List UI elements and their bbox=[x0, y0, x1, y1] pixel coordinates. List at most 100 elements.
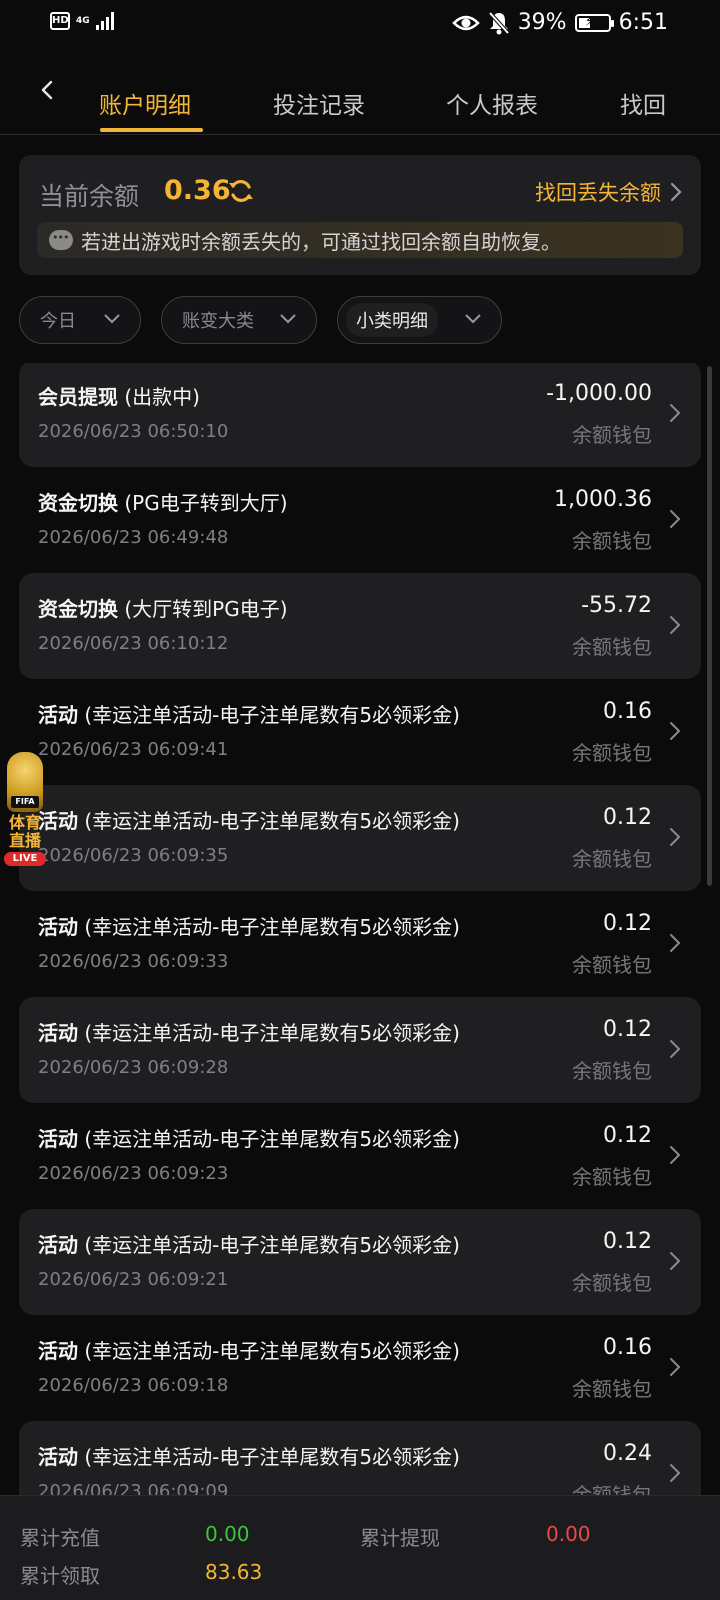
transaction-amount: 0.16 bbox=[603, 699, 652, 724]
transaction-row[interactable]: 活动 (幸运注单活动-电子注单尾数有5必领彩金) 2026/06/23 06:09… bbox=[19, 785, 701, 891]
trophy-icon: FIFA bbox=[7, 752, 43, 812]
transaction-amount: 0.16 bbox=[603, 1335, 652, 1360]
back-icon[interactable] bbox=[36, 78, 60, 102]
chevron-right-icon bbox=[670, 722, 681, 740]
transaction-row[interactable]: 活动 (幸运注单活动-电子注单尾数有5必领彩金) 2026/06/23 06:09… bbox=[19, 1209, 701, 1315]
filter-category[interactable]: 账变大类 bbox=[161, 296, 317, 344]
network-type: 4G bbox=[76, 15, 90, 26]
transaction-time: 2026/06/23 06:10:12 bbox=[38, 633, 229, 654]
tab-recover[interactable]: 找回 bbox=[620, 86, 666, 120]
transaction-title: 资金切换 (PG电子转到大厅) bbox=[38, 487, 288, 516]
transaction-title: 活动 (幸运注单活动-电子注单尾数有5必领彩金) bbox=[38, 1017, 460, 1046]
transaction-category: 活动 bbox=[38, 1021, 78, 1045]
transaction-wallet: 余额钱包 bbox=[572, 635, 652, 659]
transaction-title: 活动 (幸运注单活动-电子注单尾数有5必领彩金) bbox=[38, 1123, 460, 1152]
transaction-row[interactable]: 活动 (幸运注单活动-电子注单尾数有5必领彩金) 2026/06/23 06:09… bbox=[19, 1421, 701, 1495]
refresh-icon[interactable] bbox=[227, 177, 255, 205]
transaction-time: 2026/06/23 06:50:10 bbox=[38, 421, 229, 442]
tab-personal-report[interactable]: 个人报表 bbox=[446, 86, 538, 120]
transaction-amount: 0.12 bbox=[603, 1017, 652, 1042]
chevron-right-icon bbox=[670, 1146, 681, 1164]
transaction-amount: 1,000.36 bbox=[554, 487, 652, 512]
filter-subcategory[interactable]: 小类明细 bbox=[337, 296, 502, 344]
transaction-wallet: 余额钱包 bbox=[572, 1483, 652, 1495]
transaction-wallet: 余额钱包 bbox=[572, 1377, 652, 1401]
chevron-right-icon bbox=[670, 1358, 681, 1376]
transaction-wallet: 余额钱包 bbox=[572, 741, 652, 765]
notice-banner: 若进出游戏时余额丢失的，可通过找回余额自助恢复。 bbox=[37, 222, 683, 258]
transaction-category: 活动 bbox=[38, 703, 78, 727]
live-pill: LIVE bbox=[4, 852, 46, 866]
active-tab-indicator bbox=[100, 128, 203, 132]
transaction-detail: (幸运注单活动-电子注单尾数有5必领彩金) bbox=[84, 1339, 460, 1363]
battery-percent: 39% bbox=[517, 10, 567, 35]
chat-bubble-icon bbox=[49, 230, 73, 250]
live-badge-line2: 直播 bbox=[8, 831, 41, 850]
transaction-category: 活动 bbox=[38, 915, 78, 939]
transaction-detail: (幸运注单活动-电子注单尾数有5必领彩金) bbox=[84, 1233, 460, 1257]
transaction-row[interactable]: 资金切换 (大厅转到PG电子) 2026/06/23 06:10:12 -55.72… bbox=[19, 573, 701, 679]
chevron-right-icon bbox=[670, 828, 681, 846]
transaction-category: 资金切换 bbox=[38, 597, 118, 621]
transaction-time: 2026/06/23 06:09:23 bbox=[38, 1163, 229, 1184]
transaction-wallet: 余额钱包 bbox=[572, 1271, 652, 1295]
fifa-label: FIFA bbox=[11, 796, 39, 808]
chevron-down-icon bbox=[280, 314, 296, 324]
total-deposit-label: 累计充值 bbox=[20, 1526, 100, 1550]
transaction-amount: 0.12 bbox=[603, 1123, 652, 1148]
transaction-title: 会员提现 (出款中) bbox=[38, 381, 200, 410]
transaction-row[interactable]: 活动 (幸运注单活动-电子注单尾数有5必领彩金) 2026/06/23 06:09… bbox=[19, 1315, 701, 1421]
chevron-right-icon bbox=[670, 182, 682, 202]
transaction-category: 会员提现 bbox=[38, 385, 118, 409]
transaction-time: 2026/06/23 06:09:35 bbox=[38, 845, 229, 866]
transaction-amount: 0.12 bbox=[603, 805, 652, 830]
transaction-row[interactable]: 活动 (幸运注单活动-电子注单尾数有5必领彩金) 2026/06/23 06:09… bbox=[19, 679, 701, 785]
tab-bet-records[interactable]: 投注记录 bbox=[273, 86, 365, 120]
scrollbar[interactable] bbox=[707, 366, 712, 886]
transaction-title: 活动 (幸运注单活动-电子注单尾数有5必领彩金) bbox=[38, 805, 460, 834]
transaction-title: 资金切换 (大厅转到PG电子) bbox=[38, 593, 288, 622]
total-withdraw-label: 累计提现 bbox=[360, 1526, 440, 1550]
transaction-detail: (幸运注单活动-电子注单尾数有5必领彩金) bbox=[84, 809, 460, 833]
chevron-right-icon bbox=[670, 1464, 681, 1482]
transaction-time: 2026/06/23 06:09:18 bbox=[38, 1375, 229, 1396]
transaction-detail: (PG电子转到大厅) bbox=[124, 491, 288, 515]
transaction-row[interactable]: 资金切换 (PG电子转到大厅) 2026/06/23 06:49:48 1,000.… bbox=[19, 467, 701, 573]
total-withdraw-value: 0.00 bbox=[546, 1522, 591, 1546]
recover-balance-label: 找回丢失余额 bbox=[535, 181, 661, 205]
transaction-time: 2026/06/23 06:09:33 bbox=[38, 951, 229, 972]
tab-account-details[interactable]: 账户明细 bbox=[99, 86, 191, 120]
transaction-row[interactable]: 活动 (幸运注单活动-电子注单尾数有5必领彩金) 2026/06/23 06:09… bbox=[19, 891, 701, 997]
transaction-amount: 0.12 bbox=[603, 911, 652, 936]
transaction-title: 活动 (幸运注单活动-电子注单尾数有5必领彩金) bbox=[38, 699, 460, 728]
transaction-detail: (幸运注单活动-电子注单尾数有5必领彩金) bbox=[84, 1445, 460, 1469]
transaction-detail: (幸运注单活动-电子注单尾数有5必领彩金) bbox=[84, 1021, 460, 1045]
transaction-detail: (幸运注单活动-电子注单尾数有5必领彩金) bbox=[84, 915, 460, 939]
filter-date-label: 今日 bbox=[40, 311, 76, 332]
transaction-time: 2026/06/23 06:09:09 bbox=[38, 1481, 229, 1495]
status-bar: HD 4G 39% ⚡ 6:51 bbox=[0, 0, 720, 50]
balance-value: 0.36 bbox=[164, 175, 231, 206]
transaction-wallet: 余额钱包 bbox=[572, 423, 652, 447]
transaction-title: 活动 (幸运注单活动-电子注单尾数有5必领彩金) bbox=[38, 1335, 460, 1364]
sports-live-badge[interactable]: FIFA 体育 直播 LIVE bbox=[4, 752, 46, 866]
transaction-detail: (幸运注单活动-电子注单尾数有5必领彩金) bbox=[84, 1127, 460, 1151]
filter-date[interactable]: 今日 bbox=[19, 296, 141, 344]
balance-label: 当前余额 bbox=[39, 182, 140, 211]
filter-subcategory-label: 小类明细 bbox=[346, 303, 438, 337]
transaction-wallet: 余额钱包 bbox=[572, 1165, 652, 1189]
transaction-row[interactable]: 活动 (幸运注单活动-电子注单尾数有5必领彩金) 2026/06/23 06:09… bbox=[19, 1103, 701, 1209]
transaction-amount: -1,000.00 bbox=[546, 381, 652, 406]
tab-bar: 账户明细 投注记录 个人报表 找回 bbox=[0, 60, 720, 135]
chevron-right-icon bbox=[670, 1252, 681, 1270]
transaction-row[interactable]: 会员提现 (出款中) 2026/06/23 06:50:10 -1,000.00 余额… bbox=[19, 363, 701, 467]
transaction-detail: (出款中) bbox=[124, 385, 200, 409]
total-deposit-value: 0.00 bbox=[205, 1522, 250, 1546]
signal-icon bbox=[95, 12, 114, 30]
filter-category-label: 账变大类 bbox=[182, 311, 254, 332]
recover-balance-button[interactable]: 找回丢失余额 bbox=[535, 177, 683, 207]
transaction-amount: 0.24 bbox=[603, 1441, 652, 1466]
transaction-row[interactable]: 活动 (幸运注单活动-电子注单尾数有5必领彩金) 2026/06/23 06:09… bbox=[19, 997, 701, 1103]
live-badge-line1: 体育 bbox=[8, 813, 41, 832]
transaction-wallet: 余额钱包 bbox=[572, 529, 652, 553]
